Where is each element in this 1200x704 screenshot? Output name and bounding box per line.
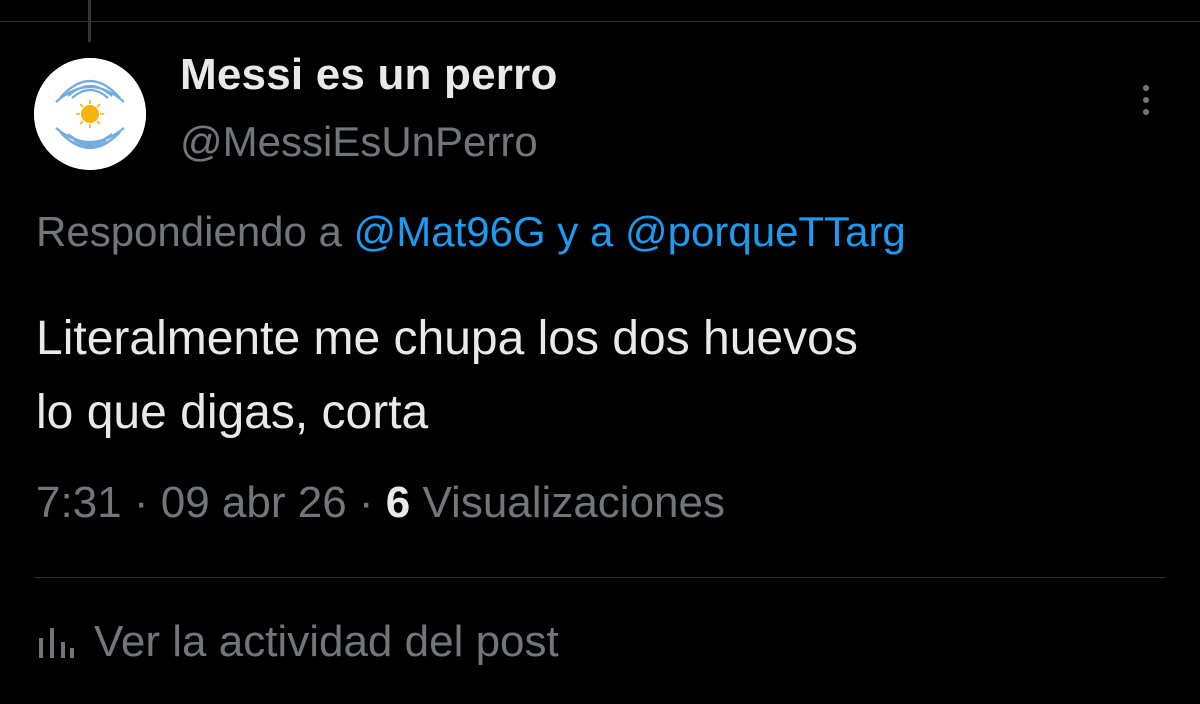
bar-chart-icon bbox=[39, 628, 74, 658]
meta-separator: · bbox=[346, 478, 386, 527]
display-name[interactable]: Messi es un perro bbox=[180, 50, 558, 100]
user-handle[interactable]: @MessiEsUnPerro bbox=[180, 118, 538, 166]
more-vertical-icon bbox=[1143, 85, 1149, 115]
reply-mention-link[interactable]: @Mat96G bbox=[354, 208, 546, 255]
post-activity-label: Ver la actividad del post bbox=[94, 617, 559, 666]
avatar-image bbox=[34, 58, 146, 170]
avatar[interactable] bbox=[34, 58, 146, 170]
meta-separator: · bbox=[121, 478, 161, 527]
content-divider bbox=[34, 577, 1166, 578]
top-divider bbox=[0, 21, 1200, 22]
reply-joiner[interactable]: y a bbox=[546, 208, 625, 255]
reply-mention-link[interactable]: @porqueTTarg bbox=[625, 208, 906, 255]
tweet-text: Literalmente me chupa los dos huevos lo … bbox=[36, 302, 1176, 450]
replying-to-line: Respondiendo a @Mat96G y a @porqueTTarg bbox=[36, 208, 906, 256]
more-options-button[interactable] bbox=[1128, 80, 1164, 120]
views-label: Visualizaciones bbox=[410, 478, 725, 527]
post-activity-button[interactable]: Ver la actividad del post bbox=[36, 612, 559, 672]
views-count: 6 bbox=[385, 478, 411, 527]
replying-prefix: Respondiendo a bbox=[36, 208, 354, 255]
tweet-date[interactable]: 09 abr 26 bbox=[161, 478, 347, 527]
tweet-metadata: 7:31 · 09 abr 26 · 6 Visualizaciones bbox=[36, 478, 725, 528]
tweet-text-line: Literalmente me chupa los dos huevos bbox=[36, 312, 858, 365]
tweet-time[interactable]: 7:31 bbox=[36, 478, 122, 527]
tweet-text-line: lo que digas, corta bbox=[36, 386, 429, 439]
